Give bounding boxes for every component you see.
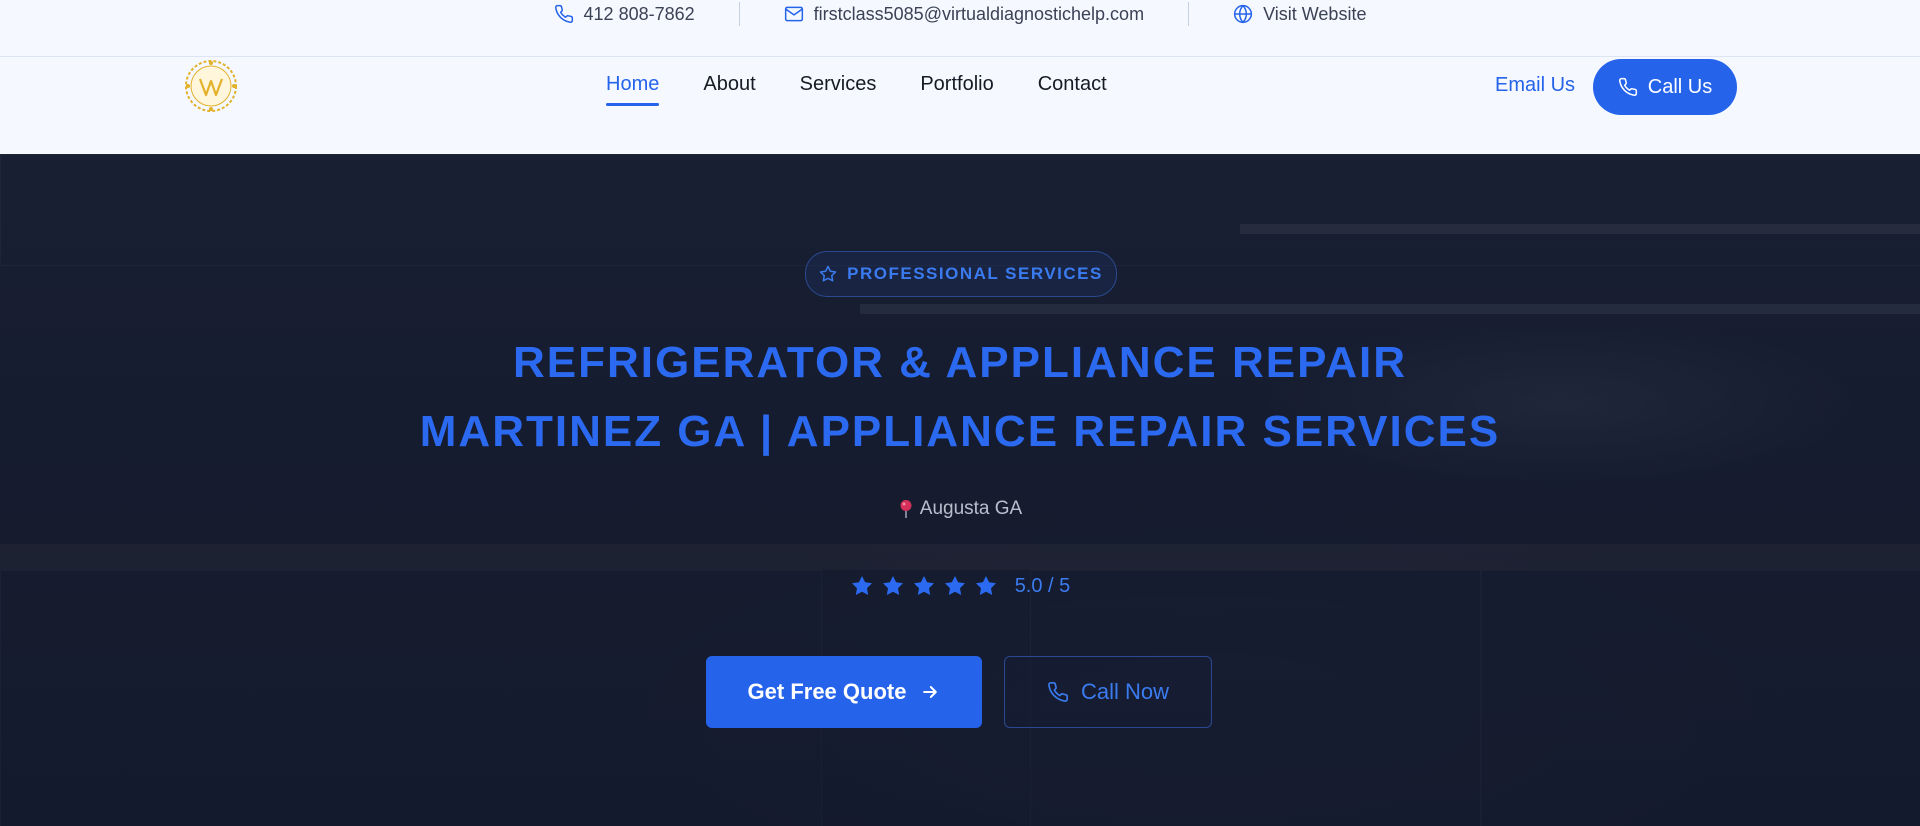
call-now-button[interactable]: Call Now	[1004, 656, 1212, 728]
star-icon	[851, 576, 872, 595]
rating-text: 5.0 / 5	[1014, 574, 1071, 597]
location-text: Augusta GA	[919, 498, 1023, 519]
get-free-quote-button[interactable]: Get Free Quote	[706, 656, 982, 728]
contact-phone[interactable]: 412 808-7862	[554, 4, 695, 25]
hero-title-line-2: MARTINEZ GA | APPLIANCE REPAIR SERVICES	[419, 407, 1501, 456]
contact-email[interactable]: firstclass5085@virtualdiagnostichelp.com	[784, 4, 1144, 25]
star-outline-icon	[819, 265, 837, 282]
badge-text: PROFESSIONAL SERVICES	[847, 264, 1103, 283]
topbar-divider	[738, 2, 740, 26]
call-us-button[interactable]: Call Us	[1593, 59, 1737, 115]
phone-icon	[1618, 77, 1637, 96]
star-icon	[975, 576, 996, 595]
contact-phone-text: 412 808-7862	[583, 3, 695, 24]
contact-website-text: Visit Website	[1263, 3, 1367, 24]
call-us-label: Call Us	[1647, 75, 1713, 98]
map-pin-icon	[900, 500, 912, 518]
nav-link-portfolio[interactable]: Portfolio	[920, 73, 993, 106]
email-us-link[interactable]: Email Us	[1495, 74, 1575, 97]
nav-link-about[interactable]: About	[703, 73, 755, 106]
star-icon	[944, 576, 965, 595]
professional-services-badge: PROFESSIONAL SERVICES	[805, 251, 1117, 297]
location: Augusta GA	[0, 498, 1920, 520]
arrow-right-icon	[923, 686, 938, 698]
star-icon	[882, 576, 903, 595]
contact-email-text: firstclass5085@virtualdiagnostichelp.com	[813, 3, 1145, 24]
globe-icon	[1233, 4, 1253, 24]
nav-link-home[interactable]: Home	[606, 73, 660, 106]
call-now-label: Call Now	[1080, 679, 1170, 704]
rating: 5.0 / 5	[0, 574, 1920, 598]
phone-icon	[1048, 682, 1068, 702]
hero-title-line-1: REFRIGERATOR & APPLIANCE REPAIR	[513, 338, 1407, 387]
main-navbar: Home About Services Portfolio Contact Em…	[0, 57, 1920, 154]
get-free-quote-label: Get Free Quote	[747, 679, 907, 704]
hero-section: PROFESSIONAL SERVICES REFRIGERATOR & APP…	[0, 154, 1920, 826]
phone-icon	[554, 4, 573, 23]
topbar-divider	[1188, 2, 1190, 26]
star-icon	[913, 576, 934, 595]
nav-links: Home About Services Portfolio Contact	[606, 73, 1107, 106]
top-contact-bar: 412 808-7862 firstclass5085@virtualdiagn…	[0, 0, 1920, 57]
company-logo[interactable]	[182, 57, 240, 115]
nav-link-contact[interactable]: Contact	[1038, 73, 1107, 106]
top-contact-bar-inner: 412 808-7862 firstclass5085@virtualdiagn…	[554, 0, 1366, 28]
mail-icon	[784, 6, 803, 22]
contact-website[interactable]: Visit Website	[1233, 4, 1366, 25]
nav-link-services[interactable]: Services	[800, 73, 877, 106]
